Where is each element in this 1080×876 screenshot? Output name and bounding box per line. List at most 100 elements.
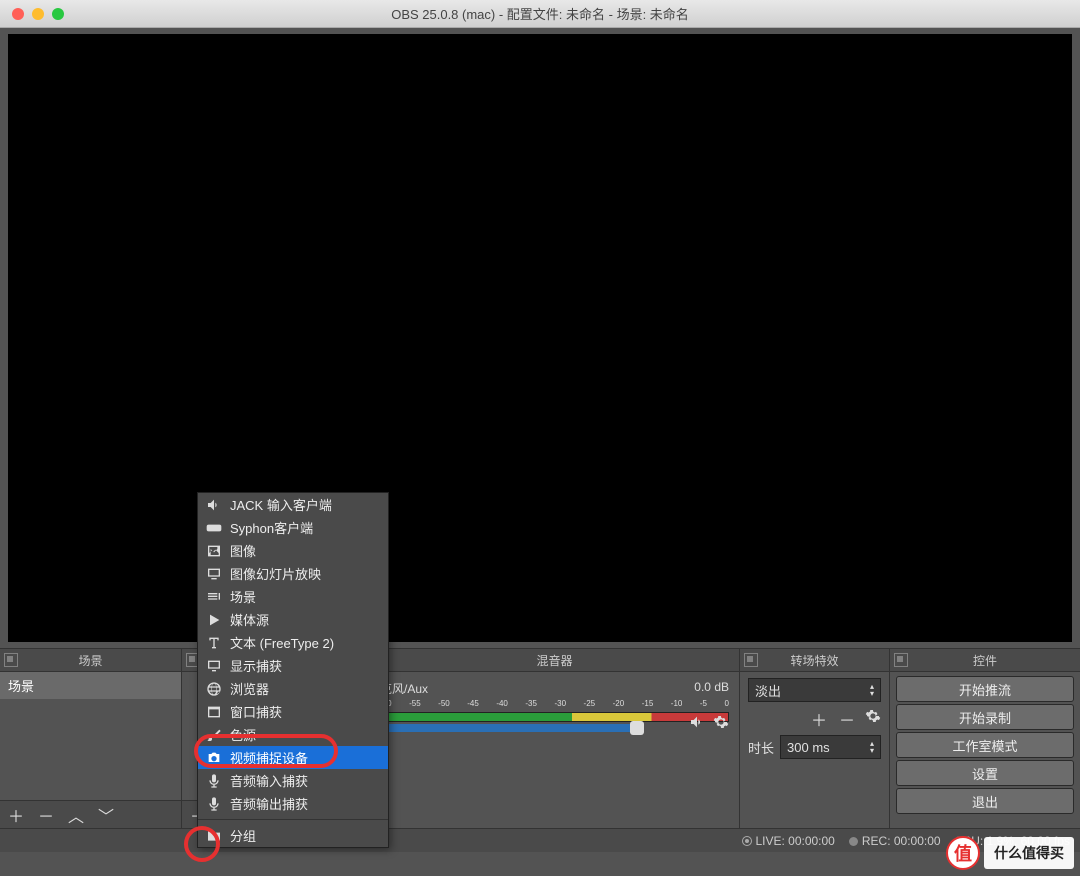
select-arrows-icon: ▴▾ [870,683,874,697]
mixer-title: 混音器 [536,652,572,669]
live-status: LIVE: 00:00:00 [742,834,834,848]
menu-item-gamepad[interactable]: Syphon客户端 [198,516,388,539]
popout-icon[interactable] [4,653,18,667]
menu-item-label: 场景 [230,587,256,606]
controls-panel: 控件 开始推流 开始录制 工作室模式 设置 退出 [890,648,1080,828]
popout-icon[interactable] [744,653,758,667]
menu-item-label: JACK 输入客户端 [230,495,332,514]
menu-item-brush[interactable]: 色源 [198,723,388,746]
menu-item-display[interactable]: 显示捕获 [198,654,388,677]
studio-mode-button[interactable]: 工作室模式 [896,732,1074,758]
folder-icon [206,828,222,844]
watermark-text: 什么值得买 [984,837,1074,869]
controls-title: 控件 [973,652,997,669]
mixer-meter [380,712,729,722]
scenes-toolbar: ＋ － ︿ ﹀ [0,800,181,828]
rec-status: REC: 00:00:00 [849,834,941,848]
menu-item-label: 窗口捕获 [230,702,282,721]
add-transition-button[interactable]: ＋ [809,709,829,729]
menu-item-label: 图像幻灯片放映 [230,564,321,583]
scene-icon [206,589,222,605]
menu-item-micout[interactable]: 音频输出捕获 [198,792,388,815]
remove-transition-button[interactable]: － [837,709,857,729]
duration-value: 300 ms [787,740,830,755]
menu-item-text[interactable]: 文本 (FreeType 2) [198,631,388,654]
menu-item-label: 文本 (FreeType 2) [230,633,334,652]
close-window-button[interactable] [12,8,24,20]
exit-button[interactable]: 退出 [896,788,1074,814]
micin-icon [206,773,222,789]
speaker-icon [206,497,222,513]
gamepad-icon [206,520,222,536]
start-stream-button[interactable]: 开始推流 [896,676,1074,702]
menu-item-label: Syphon客户端 [230,518,313,537]
move-up-button[interactable]: ︿ [66,805,86,825]
menu-item-label: 媒体源 [230,610,269,629]
menu-item-label: 分组 [230,826,256,845]
add-source-menu[interactable]: JACK 输入客户端 Syphon客户端图像图像幻灯片放映场景媒体源文本 (Fre… [197,492,389,848]
mixer-panel: 混音器 克风/Aux 0.0 dB -60-55-50-45-40-35-30-… [370,648,740,828]
menu-item-label: 音频输出捕获 [230,794,308,813]
transitions-panel: 转场特效 淡出 ▴▾ ＋ － 时长 300 ms ▴▾ [740,648,890,828]
menu-item-folder[interactable]: 分组 [198,824,388,847]
transition-select[interactable]: 淡出 ▴▾ [748,678,881,702]
mixer-volume-slider[interactable] [380,724,638,732]
mixer-header: 混音器 [370,648,739,672]
menu-item-scene[interactable]: 场景 [198,585,388,608]
menu-item-window[interactable]: 窗口捕获 [198,700,388,723]
image-icon [206,543,222,559]
display-icon [206,658,222,674]
popout-icon[interactable] [894,653,908,667]
controls-header: 控件 [890,648,1080,672]
menu-item-speaker[interactable]: JACK 输入客户端 [198,493,388,516]
menu-item-label: 音频输入捕获 [230,771,308,790]
start-record-button[interactable]: 开始录制 [896,704,1074,730]
settings-button[interactable]: 设置 [896,760,1074,786]
preview-canvas[interactable] [8,34,1072,642]
maximize-window-button[interactable] [52,8,64,20]
menu-item-label: 视频捕捉设备 [230,748,308,767]
play-icon [206,612,222,628]
menu-item-micin[interactable]: 音频输入捕获 [198,769,388,792]
menu-item-label: 显示捕获 [230,656,282,675]
move-down-button[interactable]: ﹀ [96,805,116,825]
mixer-ticks: -60-55-50-45-40-35-30-25-20-15-10-50 [380,699,729,708]
menu-item-camera[interactable]: 视频捕捉设备 [198,746,388,769]
scenes-title: 场景 [78,652,102,669]
traffic-lights [0,8,64,20]
status-bar: LIVE: 00:00:00 REC: 00:00:00 CPU: 1.9%, … [0,828,1080,852]
duration-input[interactable]: 300 ms ▴▾ [780,735,881,759]
menu-item-slideshow[interactable]: 图像幻灯片放映 [198,562,388,585]
minimize-window-button[interactable] [32,8,44,20]
speaker-icon[interactable] [689,714,705,733]
mixer-level: 0.0 dB [694,680,729,697]
scene-item[interactable]: 场景 [0,672,181,699]
mixer-body: 克风/Aux 0.0 dB -60-55-50-45-40-35-30-25-2… [370,672,739,828]
watermark: 值 什么值得买 [946,836,1074,870]
bottom-panels: 场景 场景 ＋ － ︿ ﹀ 来源 ＋ － ︿ ﹀ 混音器 [0,648,1080,828]
brush-icon [206,727,222,743]
controls-body: 开始推流 开始录制 工作室模式 设置 退出 [890,672,1080,828]
window-title: OBS 25.0.8 (mac) - 配置文件: 未命名 - 场景: 未命名 [0,4,1080,23]
menu-item-label: 色源 [230,725,256,744]
scenes-list[interactable]: 场景 [0,672,181,800]
menu-item-image[interactable]: 图像 [198,539,388,562]
scenes-panel: 场景 场景 ＋ － ︿ ﹀ [0,648,182,828]
preview-area [0,28,1080,648]
menu-item-play[interactable]: 媒体源 [198,608,388,631]
mixer-settings-icon[interactable] [713,714,729,733]
transition-settings-button[interactable] [865,708,881,729]
transitions-body: 淡出 ▴▾ ＋ － 时长 300 ms ▴▾ [740,672,889,828]
add-scene-button[interactable]: ＋ [6,805,26,825]
text-icon [206,635,222,651]
transitions-title: 转场特效 [790,652,838,669]
remove-scene-button[interactable]: － [36,805,56,825]
menu-item-label: 图像 [230,541,256,560]
spinner-icon[interactable]: ▴▾ [870,740,874,754]
menu-item-globe[interactable]: 浏览器 [198,677,388,700]
menu-item-label: 浏览器 [230,679,269,698]
slideshow-icon [206,566,222,582]
globe-icon [206,681,222,697]
micout-icon [206,796,222,812]
watermark-badge: 值 [946,836,980,870]
